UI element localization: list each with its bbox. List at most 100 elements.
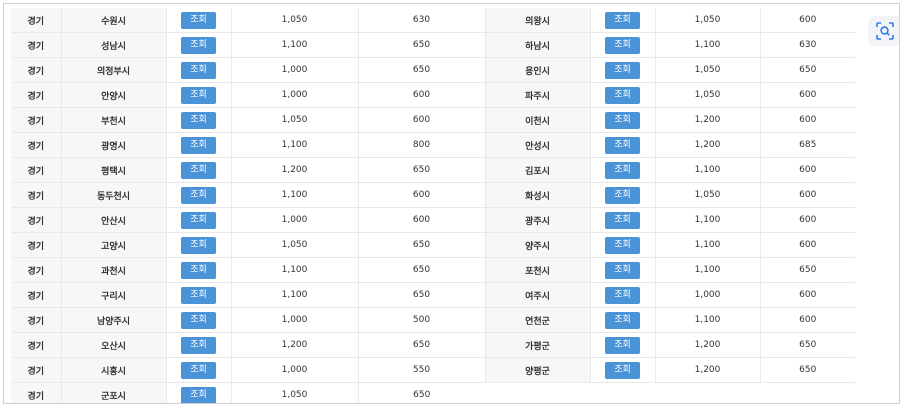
scan-button[interactable] — [868, 16, 899, 46]
region-cell: 경기 — [11, 132, 61, 158]
empty-cell — [655, 382, 760, 403]
lookup-button[interactable]: 조회 — [181, 11, 216, 29]
lookup-button[interactable]: 조회 — [605, 36, 640, 54]
table-row: 경기 성남시 조회 1,100 650 하남시 조회 1,100 630 — [11, 32, 855, 58]
lookup-button[interactable]: 조회 — [181, 361, 216, 379]
value-cell: 650 — [357, 32, 485, 58]
lookup-button-cell: 조회 — [589, 232, 655, 258]
value-cell: 1,200 — [654, 107, 760, 133]
lookup-button[interactable]: 조회 — [605, 311, 640, 329]
lookup-button-cell: 조회 — [589, 82, 655, 108]
lookup-button[interactable]: 조회 — [181, 186, 216, 204]
lookup-button[interactable]: 조회 — [181, 336, 216, 354]
lookup-button[interactable]: 조회 — [181, 311, 216, 329]
lookup-button[interactable]: 조회 — [605, 336, 640, 354]
table-row: 경기 안양시 조회 1,000 600 파주시 조회 1,050 600 — [11, 82, 855, 108]
lookup-button[interactable]: 조회 — [605, 11, 640, 29]
lookup-button[interactable]: 조회 — [605, 61, 640, 79]
region-cell: 경기 — [11, 207, 61, 233]
city-cell: 동두천시 — [60, 182, 166, 208]
lookup-button-cell: 조회 — [165, 332, 231, 358]
lookup-button[interactable]: 조회 — [605, 161, 640, 179]
city-cell: 하남시 — [484, 32, 590, 58]
lookup-button[interactable]: 조회 — [605, 261, 640, 279]
lookup-button[interactable]: 조회 — [605, 236, 640, 254]
value-cell: 1,050 — [230, 107, 358, 133]
lookup-button[interactable]: 조회 — [181, 111, 216, 129]
value-cell: 1,100 — [654, 307, 760, 333]
city-cell: 포천시 — [484, 257, 590, 283]
scan-lens-icon — [876, 22, 894, 40]
city-cell: 수원시 — [60, 8, 166, 33]
value-cell: 1,200 — [654, 332, 760, 358]
table-row: 경기 시흥시 조회 1,000 550 양평군 조회 1,200 650 — [11, 357, 855, 383]
value-cell: 600 — [759, 307, 855, 333]
lookup-button-cell: 조회 — [165, 207, 231, 233]
lookup-button[interactable]: 조회 — [181, 161, 216, 179]
value-cell: 1,100 — [654, 257, 760, 283]
city-cell: 과천시 — [60, 257, 166, 283]
city-cell: 김포시 — [484, 157, 590, 183]
lookup-button[interactable]: 조회 — [181, 136, 216, 154]
lookup-button[interactable]: 조회 — [181, 86, 216, 104]
lookup-button-cell: 조회 — [589, 257, 655, 283]
lookup-button[interactable]: 조회 — [181, 36, 216, 54]
lookup-button-cell: 조회 — [589, 182, 655, 208]
table-row: 경기 구리시 조회 1,100 650 여주시 조회 1,000 600 — [11, 282, 855, 308]
city-cell: 남양주시 — [60, 307, 166, 333]
city-cell: 고양시 — [60, 232, 166, 258]
lookup-button[interactable]: 조회 — [605, 136, 640, 154]
lookup-button-cell: 조회 — [165, 232, 231, 258]
lookup-button[interactable]: 조회 — [605, 211, 640, 229]
value-cell: 600 — [759, 282, 855, 308]
lookup-button[interactable]: 조회 — [181, 261, 216, 279]
lookup-button[interactable]: 조회 — [605, 111, 640, 129]
empty-cell — [760, 382, 855, 403]
value-cell: 600 — [759, 82, 855, 108]
value-cell: 650 — [357, 382, 485, 403]
value-cell: 650 — [357, 257, 485, 283]
value-cell: 600 — [759, 207, 855, 233]
value-cell: 1,100 — [654, 207, 760, 233]
value-cell: 1,100 — [654, 157, 760, 183]
value-cell: 1,200 — [654, 132, 760, 158]
value-cell: 1,050 — [230, 232, 358, 258]
table-row: 경기 군포시 조회 1,050 650 — [11, 382, 855, 403]
lookup-button[interactable]: 조회 — [605, 186, 640, 204]
city-cell: 양평군 — [484, 357, 590, 383]
city-cell: 평택시 — [60, 157, 166, 183]
value-cell: 800 — [357, 132, 485, 158]
value-cell: 600 — [357, 82, 485, 108]
table-row: 경기 안산시 조회 1,000 600 광주시 조회 1,100 600 — [11, 207, 855, 233]
lookup-button-cell: 조회 — [589, 107, 655, 133]
table-row: 경기 과천시 조회 1,100 650 포천시 조회 1,100 650 — [11, 257, 855, 283]
lookup-button-cell: 조회 — [165, 107, 231, 133]
lookup-button[interactable]: 조회 — [181, 211, 216, 229]
lookup-button-cell: 조회 — [165, 82, 231, 108]
city-cell: 안산시 — [60, 207, 166, 233]
fare-table-panel: 경기 수원시 조회 1,050 630 의왕시 조회 1,050 600 경기 성남시 조회 1,100… — [3, 3, 900, 404]
lookup-button-cell: 조회 — [589, 207, 655, 233]
value-cell: 630 — [357, 8, 485, 33]
lookup-button[interactable]: 조회 — [605, 286, 640, 304]
value-cell: 1,050 — [654, 57, 760, 83]
region-cell: 경기 — [11, 382, 61, 403]
region-cell: 경기 — [11, 82, 61, 108]
value-cell: 650 — [759, 57, 855, 83]
lookup-button[interactable]: 조회 — [181, 386, 216, 403]
value-cell: 650 — [759, 332, 855, 358]
empty-cell — [485, 382, 590, 403]
city-cell: 안성시 — [484, 132, 590, 158]
lookup-button[interactable]: 조회 — [181, 61, 216, 79]
table-row: 경기 광명시 조회 1,100 800 안성시 조회 1,200 685 — [11, 132, 855, 158]
city-cell: 광주시 — [484, 207, 590, 233]
lookup-button[interactable]: 조회 — [605, 361, 640, 379]
lookup-button[interactable]: 조회 — [181, 236, 216, 254]
lookup-button[interactable]: 조회 — [605, 86, 640, 104]
value-cell: 1,000 — [230, 307, 358, 333]
value-cell: 1,050 — [654, 182, 760, 208]
city-cell: 구리시 — [60, 282, 166, 308]
value-cell: 650 — [357, 332, 485, 358]
lookup-button[interactable]: 조회 — [181, 286, 216, 304]
value-cell: 650 — [357, 232, 485, 258]
